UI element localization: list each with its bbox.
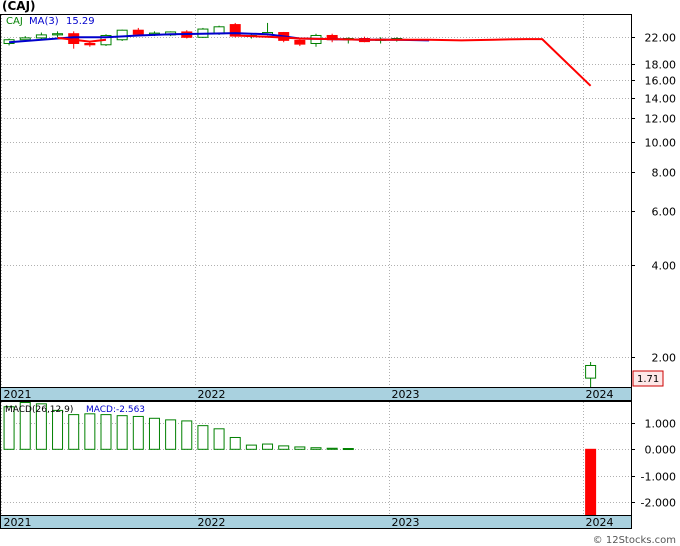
candle-body bbox=[585, 364, 597, 379]
legend-ma-label: MA(3) bbox=[29, 16, 59, 27]
macd-bar bbox=[165, 419, 177, 450]
last-price-label: 1.71 bbox=[637, 374, 659, 385]
candle-body bbox=[294, 39, 306, 45]
macd-bar bbox=[197, 425, 209, 450]
candle-body bbox=[229, 24, 241, 37]
macd-bar bbox=[116, 415, 128, 450]
macd-bar bbox=[52, 409, 64, 450]
macd-bar bbox=[132, 415, 144, 450]
price-y-tick-label: 6.00 bbox=[652, 206, 677, 219]
macd-panel: 1.000 0.000 -1.000 -2.000 MACD(26,12,9) MAC… bbox=[0, 401, 676, 518]
macd-bar bbox=[245, 444, 257, 450]
macd-bar bbox=[585, 448, 597, 518]
price-y-axis: 2.00 4.00 6.00 8.00 10.00 12.00 14.00 16.00 18.0… bbox=[631, 32, 676, 365]
candle-body bbox=[116, 29, 128, 41]
candle-body bbox=[19, 37, 31, 41]
macd-y-tick-label: 1.000 bbox=[645, 418, 677, 431]
macd-legend-label: MACD(26,12,9) bbox=[5, 405, 73, 415]
candle-body bbox=[132, 29, 144, 35]
macd-bar bbox=[326, 447, 338, 450]
macd-x-axis: 2021 2022 2023 2024 bbox=[0, 515, 632, 529]
x-tick-label: 2021 bbox=[4, 388, 32, 401]
price-y-tick-label: 2.00 bbox=[652, 352, 677, 365]
price-panel: 2.00 4.00 6.00 8.00 10.00 12.00 14.00 16.00 18.0… bbox=[0, 14, 676, 388]
macd-y-tick-label: -2.000 bbox=[641, 497, 676, 510]
macd-bar bbox=[68, 414, 80, 450]
x-tick-label: 2024 bbox=[586, 516, 614, 529]
x-tick-label: 2024 bbox=[586, 388, 614, 401]
price-x-axis: 2021 2022 2023 2024 bbox=[0, 387, 632, 401]
price-y-tick-label: 12.00 bbox=[645, 113, 677, 126]
x-tick-label: 2021 bbox=[4, 516, 32, 529]
macd-legend-value: MACD:-2.563 bbox=[86, 405, 145, 415]
x-tick-label: 2022 bbox=[198, 516, 226, 529]
price-y-tick-label: 16.00 bbox=[645, 75, 677, 88]
price-y-tick-label: 14.00 bbox=[645, 93, 677, 106]
price-y-tick-label: 18.00 bbox=[645, 59, 677, 72]
macd-bar bbox=[294, 446, 306, 450]
macd-bar bbox=[84, 413, 96, 450]
macd-bar bbox=[229, 436, 241, 450]
macd-bar bbox=[100, 414, 112, 450]
macd-bar bbox=[342, 448, 354, 451]
candle-body bbox=[52, 33, 64, 36]
stock-chart: 2.00 4.00 6.00 8.00 10.00 12.00 14.00 16.00 18.0… bbox=[0, 14, 676, 529]
macd-bar bbox=[278, 445, 290, 450]
macd-bar bbox=[181, 420, 193, 450]
x-tick-label: 2023 bbox=[392, 516, 420, 529]
price-y-tick-label: 10.00 bbox=[645, 137, 677, 150]
legend-symbol: CAJ bbox=[6, 16, 23, 27]
price-y-tick-label: 22.00 bbox=[645, 32, 677, 45]
candle-body bbox=[35, 34, 47, 39]
footer-credit: © 12Stocks.com bbox=[592, 535, 676, 546]
macd-bar bbox=[213, 428, 225, 450]
x-tick-label: 2023 bbox=[392, 388, 420, 401]
macd-bar bbox=[262, 443, 274, 450]
macd-y-axis: 1.000 0.000 -1.000 -2.000 bbox=[631, 418, 676, 510]
price-y-tick-label: 8.00 bbox=[652, 167, 677, 180]
x-tick-label: 2022 bbox=[198, 388, 226, 401]
macd-bar bbox=[148, 417, 160, 450]
legend-ma-value: 15.29 bbox=[66, 16, 95, 27]
candle-body bbox=[84, 42, 96, 46]
price-legend: CAJ MA(3) 15.29 bbox=[6, 16, 95, 27]
macd-bar bbox=[310, 447, 322, 450]
macd-y-tick-label: 0.000 bbox=[645, 444, 677, 457]
price-y-tick-label: 4.00 bbox=[652, 260, 677, 273]
macd-y-tick-label: -1.000 bbox=[641, 471, 676, 484]
